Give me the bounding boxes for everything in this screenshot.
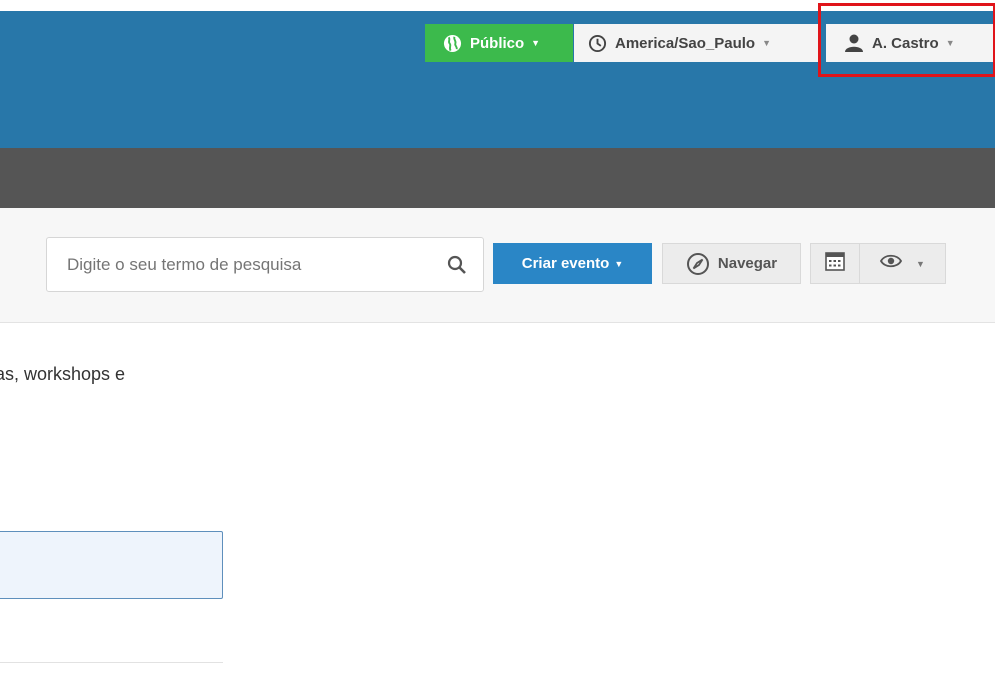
compass-icon	[686, 252, 710, 276]
calendar-view-button[interactable]	[810, 243, 860, 284]
privacy-label: Público	[470, 34, 525, 52]
highlighted-field[interactable]	[0, 531, 223, 599]
divider	[0, 662, 223, 663]
chevron-down-icon: ▼	[762, 38, 771, 48]
search-input[interactable]	[46, 237, 484, 292]
privacy-dropdown-button[interactable]: Público ▼	[425, 24, 573, 62]
clock-icon	[588, 34, 607, 53]
chevron-down-icon: ▼	[916, 258, 925, 269]
chevron-down-icon: ▼	[531, 38, 541, 48]
calendar-icon	[824, 250, 846, 277]
create-event-label: Criar evento	[521, 255, 610, 272]
browse-label: Navegar	[717, 255, 778, 272]
browse-button[interactable]: Navegar	[662, 243, 801, 284]
page-description: as, workshops e	[0, 364, 126, 384]
globe-icon	[443, 34, 462, 53]
search-icon[interactable]	[447, 255, 467, 280]
secondary-nav-bar	[0, 148, 995, 208]
timezone-label: America/Sao_Paulo	[615, 34, 756, 52]
timezone-dropdown-button[interactable]: America/Sao_Paulo ▼	[574, 24, 820, 62]
highlight-box	[818, 3, 995, 77]
chevron-down-icon: ▼	[614, 258, 624, 269]
view-options-dropdown[interactable]: ▼	[860, 243, 946, 284]
eye-icon	[879, 254, 903, 273]
create-event-button[interactable]: Criar evento ▼	[493, 243, 652, 284]
